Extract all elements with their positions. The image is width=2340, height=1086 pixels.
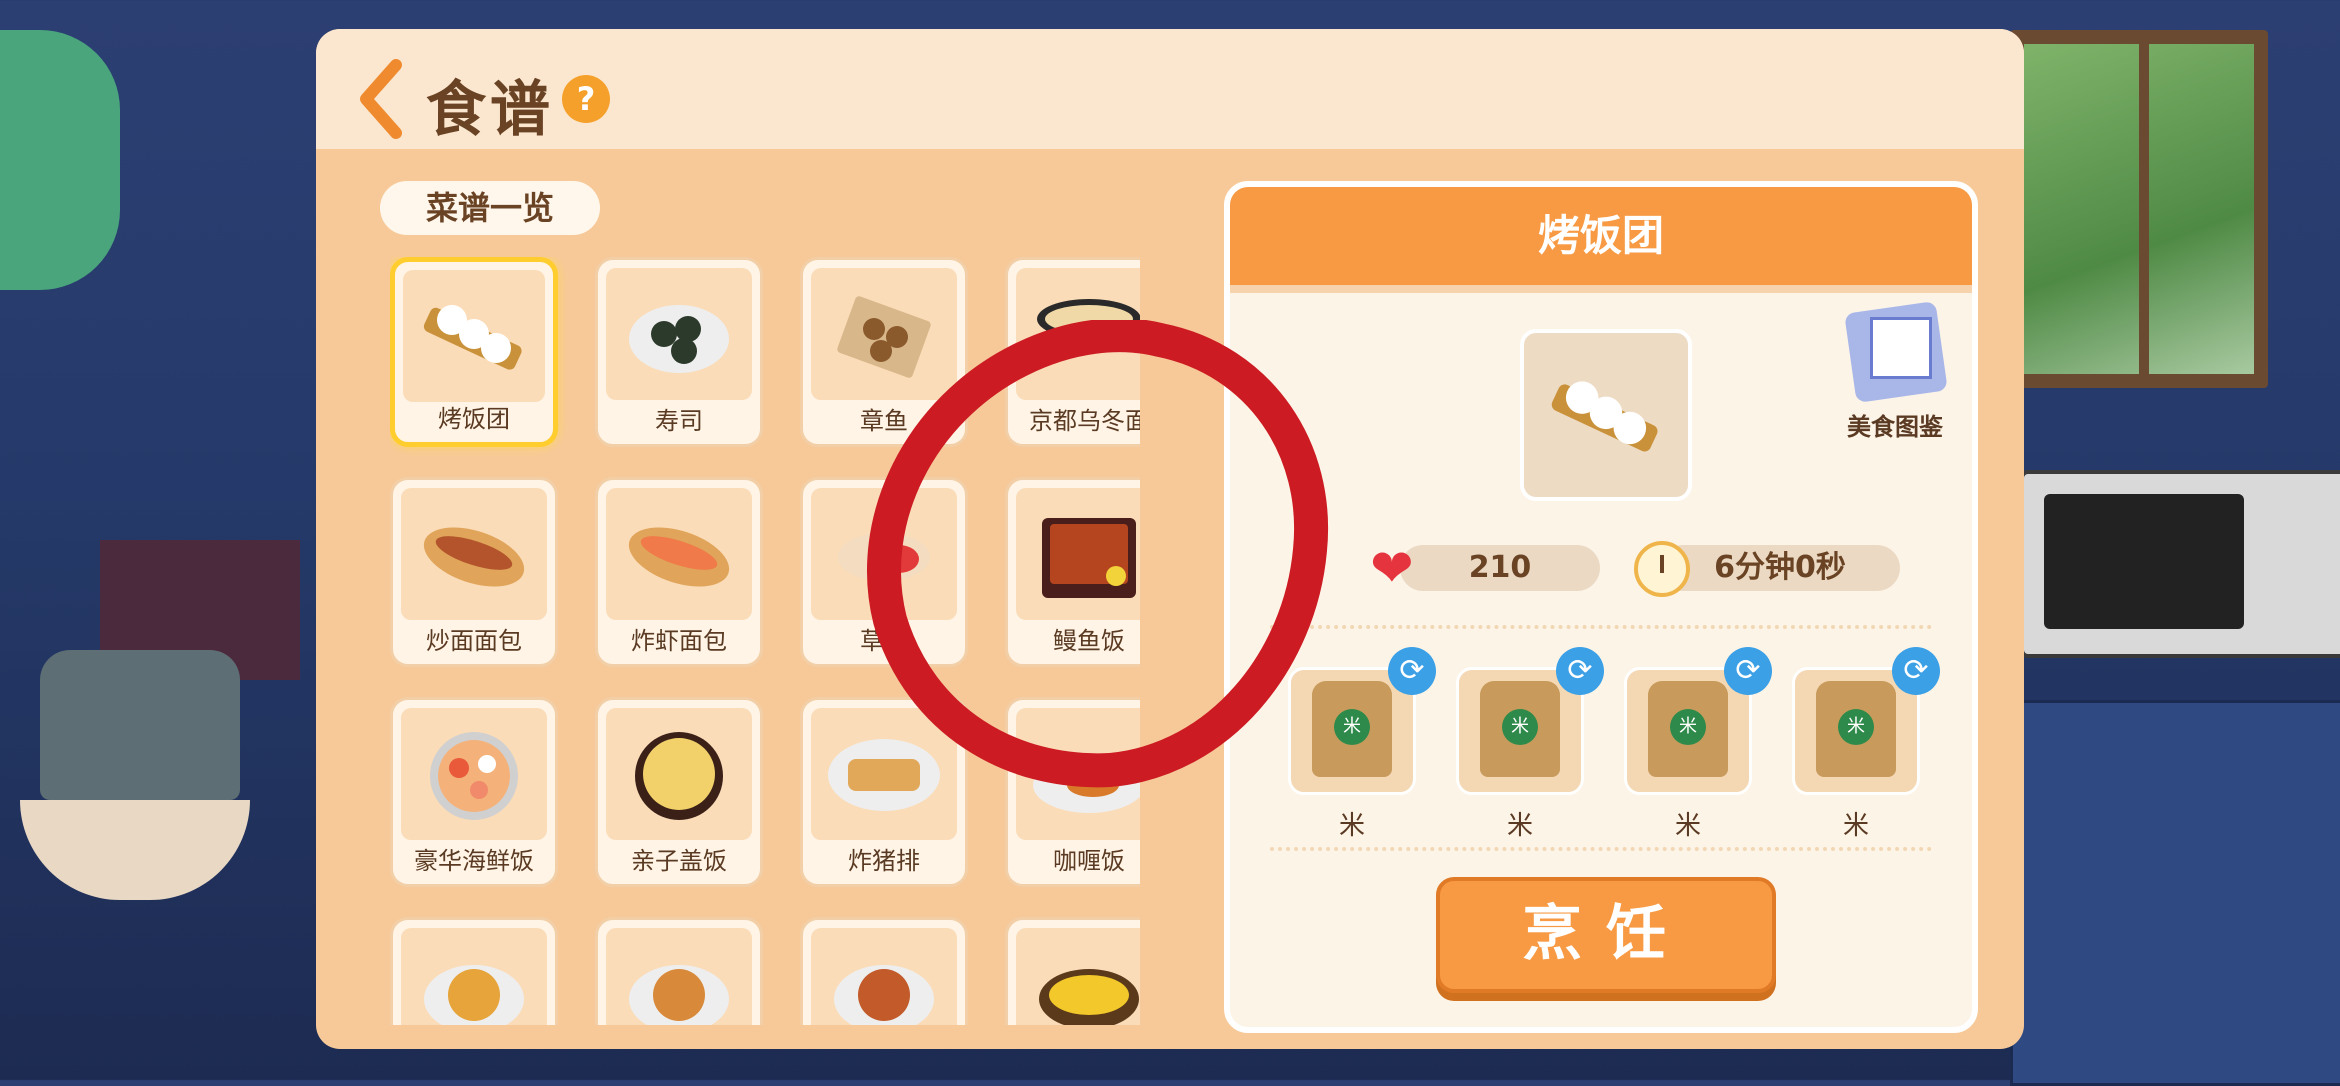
recipe-label: 咖喱饭 [1053,847,1125,875]
background-microwave [2020,470,2340,658]
recipe-label: 豪华海鲜饭 [414,847,534,875]
recipe-label: 草莓 [860,627,908,655]
background-window [2010,30,2268,388]
hearts-value: 210 [1400,545,1600,591]
swap-icon[interactable]: ⟳ [1388,647,1436,695]
ingredient-slot[interactable]: ⟳ 米 [1288,647,1436,847]
food-album-button[interactable]: 美食图鉴 [1830,301,1960,457]
dish-image [811,928,957,1025]
seafood-bowl-image [401,708,547,840]
unagi-rice-image [1016,488,1140,620]
help-icon[interactable]: ? [562,75,610,123]
udon-image [1016,268,1140,400]
back-icon[interactable] [356,59,406,139]
oyakodon-image [606,708,752,840]
recipe-card[interactable]: 炸猪排 [800,697,968,887]
page-title: 食谱 [426,75,554,145]
recipe-label: 京都乌冬面 [1029,407,1140,435]
divider [1270,847,1932,851]
dish-image [1016,928,1140,1025]
recipe-card[interactable]: 章鱼 [800,257,968,447]
recipe-card[interactable]: 咖喱饭 [1005,697,1140,887]
swap-icon[interactable]: ⟳ [1556,647,1604,695]
swap-icon[interactable]: ⟳ [1724,647,1772,695]
background-cabinet [2010,700,2340,1086]
dish-image [606,928,752,1025]
recipe-card[interactable]: 草莓 [800,477,968,667]
recipe-label: 炸虾面包 [631,627,727,655]
recipe-grid: 烤饭团 寿司 章鱼 京都乌冬面 炒面面包 炸虾面包 草莓 鳗鱼饭 豪华海鲜饭 亲… [390,257,1140,1025]
ingredient-name: 米 [1674,811,1701,841]
recipe-card[interactable]: 豪华海鲜饭 [390,697,558,887]
takoyaki-image [811,268,957,400]
recipe-card[interactable]: 炸虾面包 [595,477,763,667]
pork-cutlet-image [811,708,957,840]
rice-bag-icon [1480,681,1560,777]
recipe-list-title: 菜谱一览 [380,181,600,235]
swap-icon[interactable]: ⟳ [1892,647,1940,695]
ingredient-name: 米 [1506,811,1533,841]
recipe-label: 亲子盖饭 [631,847,727,875]
recipe-card[interactable] [595,917,763,1025]
rice-bag-icon [1816,681,1896,777]
album-label: 美食图鉴 [1847,413,1943,441]
album-photo-icon [1870,317,1932,379]
recipe-card[interactable]: 寿司 [595,257,763,447]
detail-title: 烤饭团 [1230,187,1972,293]
ingredient-slot[interactable]: ⟳ 米 [1456,647,1604,847]
recipe-panel: 食谱 ? 菜谱一览 烤饭团 寿司 章鱼 京都乌冬面 炒面面包 炸虾面包 草莓 鳗… [316,29,2024,1049]
recipe-label: 寿司 [655,407,703,435]
recipe-card[interactable] [1005,917,1140,1025]
recipe-card[interactable]: 亲子盖饭 [595,697,763,887]
recipe-label: 炒面面包 [426,627,522,655]
recipe-card[interactable]: 鳗鱼饭 [1005,477,1140,667]
recipe-label: 烤饭团 [438,405,510,433]
cook-button[interactable]: 烹饪 [1436,877,1776,993]
dish-image [401,928,547,1025]
sushi-image [606,268,752,400]
clock-icon [1634,541,1690,597]
divider [1270,625,1932,629]
recipe-card[interactable]: 炒面面包 [390,477,558,667]
rice-bag-icon [1648,681,1728,777]
recipe-card[interactable]: 京都乌冬面 [1005,257,1140,447]
ingredient-name: 米 [1338,811,1365,841]
shrimp-bread-image [606,488,752,620]
recipe-card[interactable] [390,917,558,1025]
rice-bag-icon [1312,681,1392,777]
rice-ball-image [403,270,545,402]
recipe-label: 炸猪排 [848,847,920,875]
curry-rice-image [1016,708,1140,840]
ingredient-name: 米 [1842,811,1869,841]
background-bowl [20,800,250,900]
yakisoba-bread-image [401,488,547,620]
selected-dish-image [1520,329,1692,501]
heart-icon: ❤ [1370,539,1414,599]
recipe-label: 章鱼 [860,407,908,435]
background-lamp [0,30,120,290]
ingredient-slot[interactable]: ⟳ 米 [1624,647,1772,847]
recipe-label: 鳗鱼饭 [1053,627,1125,655]
strawberry-image [811,488,957,620]
background-kettle [40,650,240,800]
panel-header: 食谱 ? [316,29,2024,149]
recipe-detail: 烤饭团 美食图鉴 210 ❤ 6分钟0秒 ⟳ 米 ⟳ 米 [1224,181,1978,1033]
recipe-card[interactable]: 烤饭团 [390,257,558,447]
cook-time: 6分钟0秒 [1660,545,1900,591]
ingredient-slot[interactable]: ⟳ 米 [1792,647,1940,847]
recipe-card[interactable] [800,917,968,1025]
